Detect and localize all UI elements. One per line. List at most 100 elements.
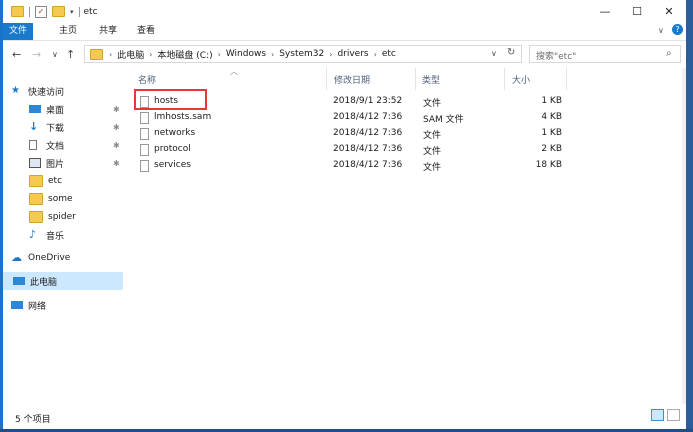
breadcrumb-local-disk[interactable]: 本地磁盘 (C:)	[154, 48, 215, 61]
pin-icon[interactable]: ✱	[113, 159, 120, 168]
details-view-icon[interactable]	[651, 409, 664, 421]
help-icon[interactable]: ?	[672, 24, 683, 35]
up-arrow-icon[interactable]: ↑	[66, 48, 75, 61]
sidebar-item-label: 快速访问	[28, 87, 65, 98]
tab-home[interactable]: 主页	[49, 23, 87, 40]
expand-ribbon-icon[interactable]: ∨	[658, 26, 664, 35]
sidebar-item-label: OneDrive	[28, 253, 71, 263]
sidebar-item-this-pc[interactable]: 此电脑	[3, 272, 123, 290]
window-title: etc	[83, 6, 98, 17]
pin-icon[interactable]: ✱	[113, 123, 120, 132]
sidebar-item-some[interactable]: some	[29, 190, 149, 208]
forward-arrow-icon[interactable]: →	[32, 48, 41, 61]
search-input[interactable]: 搜索"etc" ⌕	[529, 45, 681, 63]
search-icon[interactable]: ⌕	[666, 48, 672, 59]
vertical-scrollbar[interactable]	[682, 68, 686, 404]
sidebar-item-label: spider	[48, 212, 76, 222]
file-name: services	[154, 160, 191, 170]
file-name: lmhosts.sam	[154, 112, 212, 122]
breadcrumb-system32[interactable]: System32	[276, 49, 327, 59]
pin-icon[interactable]: ✱	[113, 141, 120, 150]
file-row[interactable]: services 2018/4/12 7:36 文件 18 KB	[132, 158, 572, 174]
chevron-right-icon[interactable]: ›	[216, 50, 223, 59]
tab-view[interactable]: 查看	[127, 23, 165, 40]
column-header-name[interactable]: 名称	[138, 73, 156, 86]
chevron-right-icon[interactable]: ›	[372, 50, 379, 59]
properties-icon[interactable]: ✓	[35, 5, 47, 18]
file-type: SAM 文件	[423, 115, 464, 125]
sidebar-item-label: 此电脑	[30, 277, 58, 288]
desktop-icon	[29, 105, 41, 113]
sidebar-item-network[interactable]: 网络	[11, 296, 131, 314]
breadcrumb-etc[interactable]: etc	[379, 49, 399, 59]
music-note-icon: ♪	[29, 228, 37, 241]
tab-share[interactable]: 共享	[89, 23, 127, 40]
address-bar[interactable]: › 此电脑 › 本地磁盘 (C:) › Windows › System32 ›…	[84, 45, 522, 63]
sidebar-item-label: some	[48, 194, 73, 204]
file-icon	[140, 128, 149, 140]
column-divider[interactable]	[415, 68, 416, 90]
chevron-right-icon[interactable]: ›	[107, 50, 114, 59]
large-icons-view-icon[interactable]	[667, 409, 680, 421]
minimize-button[interactable]: —	[588, 0, 622, 23]
file-row[interactable]: networks 2018/4/12 7:36 文件 1 KB	[132, 126, 572, 142]
sidebar-item-label: 桌面	[46, 105, 65, 116]
address-history-icon[interactable]: ∨	[491, 49, 497, 58]
customize-toolbar-icon[interactable]: ▾	[70, 8, 74, 16]
file-type: 文件	[423, 163, 442, 173]
back-arrow-icon[interactable]: ←	[12, 48, 21, 61]
pictures-icon	[29, 158, 41, 168]
tab-file[interactable]: 文件	[3, 23, 33, 40]
sidebar-item-onedrive[interactable]: ☁ OneDrive	[11, 249, 131, 267]
close-button[interactable]: ✕	[652, 0, 686, 23]
desktop-edge-right	[686, 0, 693, 432]
sidebar-item-desktop[interactable]: 桌面 ✱	[29, 100, 149, 118]
file-size: 4 KB	[541, 112, 562, 122]
star-icon: ★	[11, 85, 20, 96]
cloud-icon: ☁	[11, 251, 22, 264]
sidebar-item-label: etc	[48, 176, 63, 186]
file-date: 2018/4/12 7:36	[333, 144, 403, 154]
sidebar-item-quick-access[interactable]: ★ 快速访问	[11, 82, 131, 100]
breadcrumb-this-pc[interactable]: 此电脑	[114, 48, 147, 61]
file-size: 1 KB	[541, 96, 562, 106]
sidebar-item-label: 文档	[46, 141, 65, 152]
folder-icon	[29, 211, 43, 223]
file-row[interactable]: lmhosts.sam 2018/4/12 7:36 SAM 文件 4 KB	[132, 110, 572, 126]
navigation-pane: ★ 快速访问 桌面 ✱ ↓ 下载 ✱ 文档 ✱ 图片 ✱ etc some sp…	[3, 68, 125, 404]
file-size: 18 KB	[535, 160, 562, 170]
sidebar-item-etc[interactable]: etc	[29, 172, 149, 190]
refresh-icon[interactable]: ↻	[507, 47, 515, 58]
toolbar-divider	[29, 6, 30, 17]
sidebar-item-downloads[interactable]: ↓ 下载 ✱	[29, 118, 149, 136]
file-date: 2018/4/12 7:36	[333, 112, 403, 122]
new-folder-icon[interactable]	[52, 6, 65, 17]
column-divider[interactable]	[566, 68, 567, 90]
file-type: 文件	[423, 147, 442, 157]
column-divider[interactable]	[504, 68, 505, 90]
sidebar-item-documents[interactable]: 文档 ✱	[29, 136, 149, 154]
column-header-date[interactable]: 修改日期	[334, 73, 370, 86]
column-header-type[interactable]: 类型	[422, 73, 440, 86]
breadcrumb-windows[interactable]: Windows	[223, 49, 269, 59]
recent-locations-icon[interactable]: ∨	[52, 50, 58, 59]
sidebar-item-spider[interactable]: spider	[29, 208, 149, 226]
chevron-right-icon[interactable]: ›	[147, 50, 154, 59]
breadcrumb-drivers[interactable]: drivers	[334, 49, 371, 59]
column-divider[interactable]	[326, 68, 327, 90]
sidebar-item-music[interactable]: ♪ 音乐	[29, 226, 149, 244]
sidebar-item-pictures[interactable]: 图片 ✱	[29, 154, 149, 172]
sidebar-item-label: 音乐	[46, 231, 65, 242]
file-name: networks	[154, 128, 196, 138]
file-date: 2018/4/12 7:36	[333, 160, 403, 170]
chevron-right-icon[interactable]: ›	[327, 50, 334, 59]
chevron-right-icon[interactable]: ›	[269, 50, 276, 59]
folder-icon	[29, 193, 43, 205]
file-name: protocol	[154, 144, 191, 154]
file-row[interactable]: protocol 2018/4/12 7:36 文件 2 KB	[132, 142, 572, 158]
maximize-button[interactable]: ☐	[620, 0, 654, 23]
pin-icon[interactable]: ✱	[113, 105, 120, 114]
highlight-box	[134, 89, 207, 110]
folder-icon	[29, 175, 43, 187]
column-header-size[interactable]: 大小	[512, 73, 530, 86]
